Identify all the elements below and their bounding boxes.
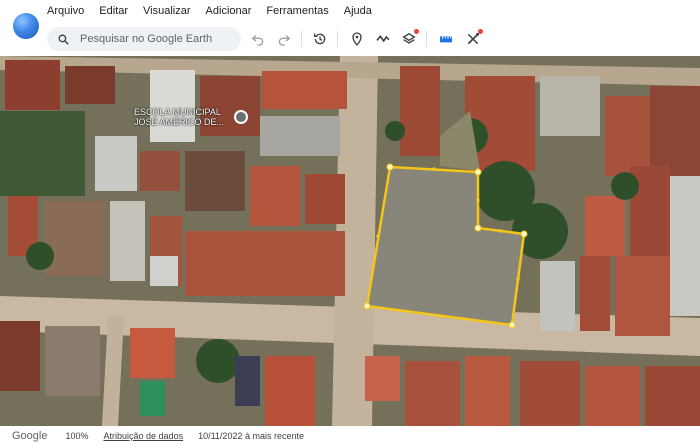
notification-dot: [414, 29, 419, 34]
menu-adicionar[interactable]: Adicionar: [206, 5, 252, 17]
redo-button[interactable]: [273, 28, 295, 50]
poi-label-line1: Escola Municipal: [134, 107, 221, 117]
status-bar: Google 100% Atribuição de dados 10/11/20…: [0, 426, 700, 446]
path-icon: [376, 35, 390, 43]
menu-bar: Arquivo Editar Visualizar Adicionar Ferr…: [47, 5, 387, 17]
history-icon: [314, 33, 326, 45]
toolbar-divider: [426, 31, 427, 47]
placemark-icon: [352, 32, 362, 47]
data-attribution-link[interactable]: Atribuição de dados: [104, 431, 184, 441]
redo-icon: [278, 35, 291, 46]
satellite-map[interactable]: Escola Municipal José Américo de...: [0, 56, 700, 426]
undo-button[interactable]: [247, 28, 269, 50]
menu-arquivo[interactable]: Arquivo: [47, 5, 84, 17]
toolbar-divider: [337, 31, 338, 47]
path-button[interactable]: [372, 28, 394, 50]
top-bar: Arquivo Editar Visualizar Adicionar Ferr…: [0, 0, 700, 56]
measure-button[interactable]: [462, 28, 484, 50]
menu-ajuda[interactable]: Ajuda: [344, 5, 372, 17]
search-box[interactable]: [47, 27, 241, 51]
toolbar-divider: [301, 31, 302, 47]
google-earth-window: Arquivo Editar Visualizar Adicionar Ferr…: [0, 0, 700, 446]
map-imagery: [0, 56, 700, 426]
google-logo: Google: [12, 430, 48, 442]
ruler-icon: [440, 36, 452, 43]
placemark-button[interactable]: [346, 28, 368, 50]
menu-visualizar[interactable]: Visualizar: [143, 5, 191, 17]
undo-icon: [251, 35, 264, 46]
search-input[interactable]: [80, 33, 240, 45]
layers-button[interactable]: [398, 28, 420, 50]
menu-ferramentas[interactable]: Ferramentas: [266, 5, 328, 17]
poi-label-line2: José Américo de...: [134, 117, 225, 127]
imagery-date: 10/11/2022 à mais recente: [198, 431, 304, 441]
ruler-button[interactable]: [435, 28, 457, 50]
poi-label[interactable]: Escola Municipal José Américo de...: [134, 107, 224, 127]
search-icon: [58, 34, 69, 45]
zoom-level: 100%: [65, 431, 89, 441]
menu-editar[interactable]: Editar: [99, 5, 128, 17]
school-pin-icon[interactable]: [234, 110, 248, 124]
notification-dot: [478, 29, 483, 34]
history-button[interactable]: [309, 28, 331, 50]
google-earth-logo[interactable]: [13, 13, 39, 39]
